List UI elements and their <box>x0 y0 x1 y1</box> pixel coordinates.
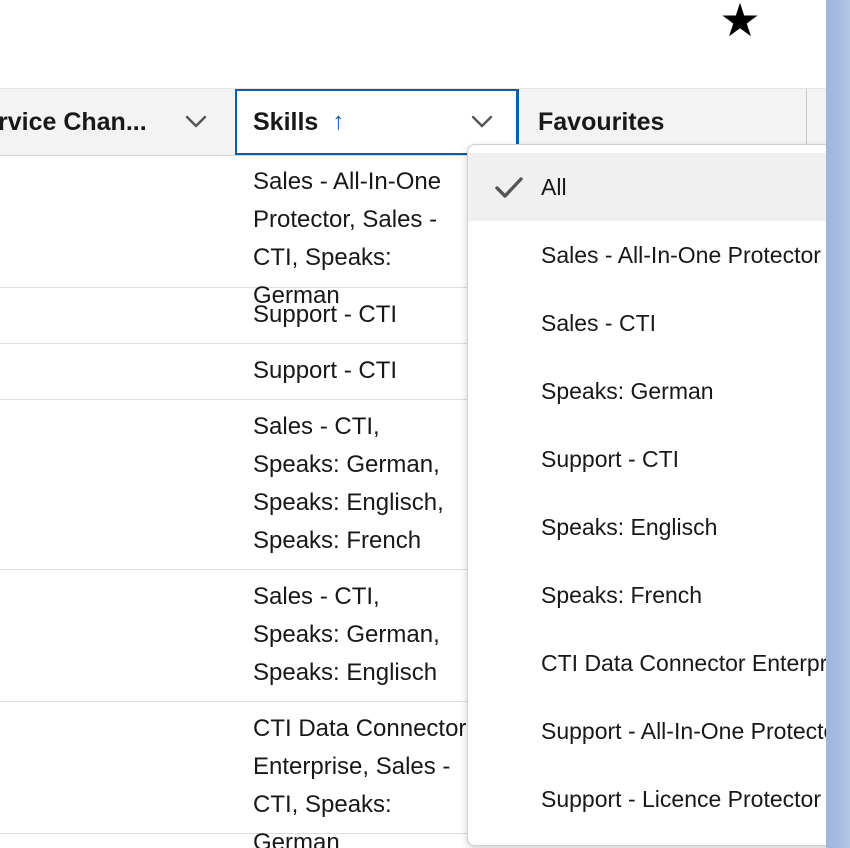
dropdown-option-label: Sales - CTI <box>541 309 657 336</box>
dropdown-option-all[interactable]: All <box>468 153 848 221</box>
dropdown-option-label: Speaks: German <box>541 377 714 404</box>
dropdown-option-label: Support - Licence Protector <box>541 785 821 812</box>
skills-cell: Support - CTI <box>253 301 398 328</box>
dropdown-option[interactable]: Sales - CTI <box>468 289 848 357</box>
dropdown-option-label: Speaks: Englisch <box>541 513 718 540</box>
skills-cell: Sales - CTI, Speaks: German, Speaks: Eng… <box>253 413 444 554</box>
dropdown-option[interactable]: Speaks: French <box>468 561 848 629</box>
column-header-service-channel-label: rvice Chan... <box>0 107 147 136</box>
dropdown-option[interactable]: Sales - All-In-One Protector <box>468 221 848 289</box>
dropdown-option[interactable]: Speaks: Englisch <box>468 493 848 561</box>
dropdown-option-label: All <box>541 173 567 200</box>
dropdown-option-label: CTI Data Connector Enterprise <box>541 649 849 676</box>
dropdown-option[interactable]: Support - All-In-One Protector <box>468 697 848 765</box>
dropdown-option-label: Support - All-In-One Protector <box>541 717 844 744</box>
chevron-down-icon[interactable] <box>470 109 494 133</box>
skills-cell: Sales - CTI, Speaks: German, Speaks: Eng… <box>253 583 440 686</box>
window-edge <box>826 0 850 848</box>
dropdown-option[interactable]: CTI Data Connector Enterprise <box>468 629 848 697</box>
star-icon[interactable]: ★ <box>716 0 764 44</box>
sort-ascending-icon: ↑ <box>332 108 345 135</box>
checkmark-icon <box>495 177 523 198</box>
dropdown-option[interactable]: Support - CTI <box>468 425 848 493</box>
page: ★ rvice Chan... Skills ↑ Favourites Sale… <box>0 0 850 848</box>
column-header-skills-label: Skills <box>253 107 319 136</box>
column-header-favourites-label: Favourites <box>538 107 665 136</box>
chevron-down-icon[interactable] <box>184 109 208 133</box>
dropdown-option-label: Support - CTI <box>541 445 680 472</box>
skills-filter-dropdown: All Sales - All-In-One Protector Sales -… <box>467 144 849 846</box>
dropdown-option[interactable]: Support - Licence Protector <box>468 765 848 833</box>
dropdown-option-label: Sales - All-In-One Protector <box>541 241 821 268</box>
dropdown-option[interactable]: Speaks: German <box>468 357 848 425</box>
dropdown-option-label: Speaks: French <box>541 581 703 608</box>
skills-cell: CTI Data Connector Enterprise, Sales - C… <box>253 715 467 848</box>
skills-cell: Support - CTI <box>253 357 398 384</box>
